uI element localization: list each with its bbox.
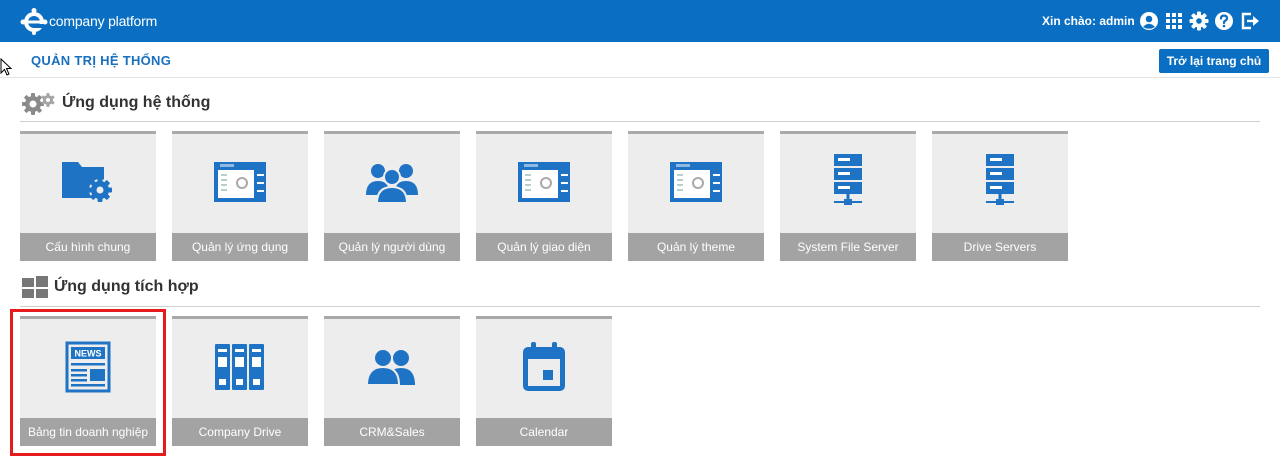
section-header-integrated-apps: Ứng dụng tích hợp	[20, 273, 199, 301]
window-settings-icon	[518, 162, 570, 202]
logo[interactable]: company platform	[20, 5, 157, 37]
window-settings-icon	[214, 162, 266, 202]
back-to-home-button[interactable]: Trở lại trang chủ	[1159, 49, 1269, 73]
tile-app-management[interactable]: Quản lý ứng dụng	[172, 131, 308, 261]
gears-icon	[22, 93, 55, 115]
tile-calendar[interactable]: Calendar	[476, 316, 612, 446]
logout-icon[interactable]	[1240, 11, 1260, 31]
contacts-icon	[365, 348, 415, 386]
tile-general-config[interactable]: Cấu hình chung	[20, 131, 156, 261]
section-divider	[20, 121, 1260, 122]
section-divider	[20, 306, 1260, 307]
tile-label: System File Server	[780, 233, 916, 261]
tile-label: Quản lý người dùng	[324, 233, 460, 261]
tile-label: Drive Servers	[932, 233, 1068, 261]
tile-drive-servers[interactable]: Drive Servers	[932, 131, 1068, 261]
tile-user-management[interactable]: Quản lý người dùng	[324, 131, 460, 261]
tile-label: Calendar	[476, 418, 612, 446]
tile-label: Cấu hình chung	[20, 233, 156, 261]
highlight-box	[10, 309, 166, 456]
tile-label: Quản lý theme	[628, 233, 764, 261]
window-settings-icon	[670, 162, 722, 202]
tile-label: Company Drive	[172, 418, 308, 446]
page-title: QUẢN TRỊ HỆ THỐNG	[31, 53, 172, 68]
apps-grid-icon[interactable]	[1164, 11, 1184, 31]
tile-label: Quản lý giao diện	[476, 233, 612, 261]
section-header-system-apps: Ứng dụng hệ thống	[20, 89, 210, 117]
logo-text: company platform	[49, 13, 158, 29]
greeting-text: Xin chào: admin	[1042, 14, 1135, 28]
tile-system-file-server[interactable]: System File Server	[780, 131, 916, 261]
tile-label: CRM&Sales	[324, 418, 460, 446]
binders-icon	[215, 344, 264, 390]
windows-icon	[22, 276, 48, 298]
server-icon	[986, 154, 1014, 205]
calendar-icon	[523, 342, 565, 391]
help-icon[interactable]	[1214, 11, 1234, 31]
users-icon	[366, 164, 418, 204]
section-title: Ứng dụng tích hợp	[54, 278, 199, 295]
tile-interface-management[interactable]: Quản lý giao diện	[476, 131, 612, 261]
tile-theme-management[interactable]: Quản lý theme	[628, 131, 764, 261]
tile-company-drive[interactable]: Company Drive	[172, 316, 308, 446]
folder-gear-icon	[62, 162, 112, 202]
mouse-cursor-icon	[0, 58, 13, 76]
section-title: Ứng dụng hệ thống	[62, 94, 211, 111]
tile-label: Quản lý ứng dụng	[172, 233, 308, 261]
logo-e-icon	[20, 8, 48, 35]
top-bar: company platform Xin chào: admin	[0, 0, 1280, 42]
server-icon	[834, 154, 862, 205]
sub-header: QUẢN TRỊ HỆ THỐNG Trở lại trang chủ	[0, 42, 1280, 78]
gear-icon[interactable]	[1189, 11, 1209, 31]
user-icon[interactable]	[1139, 11, 1159, 31]
tile-crm-sales[interactable]: CRM&Sales	[324, 316, 460, 446]
